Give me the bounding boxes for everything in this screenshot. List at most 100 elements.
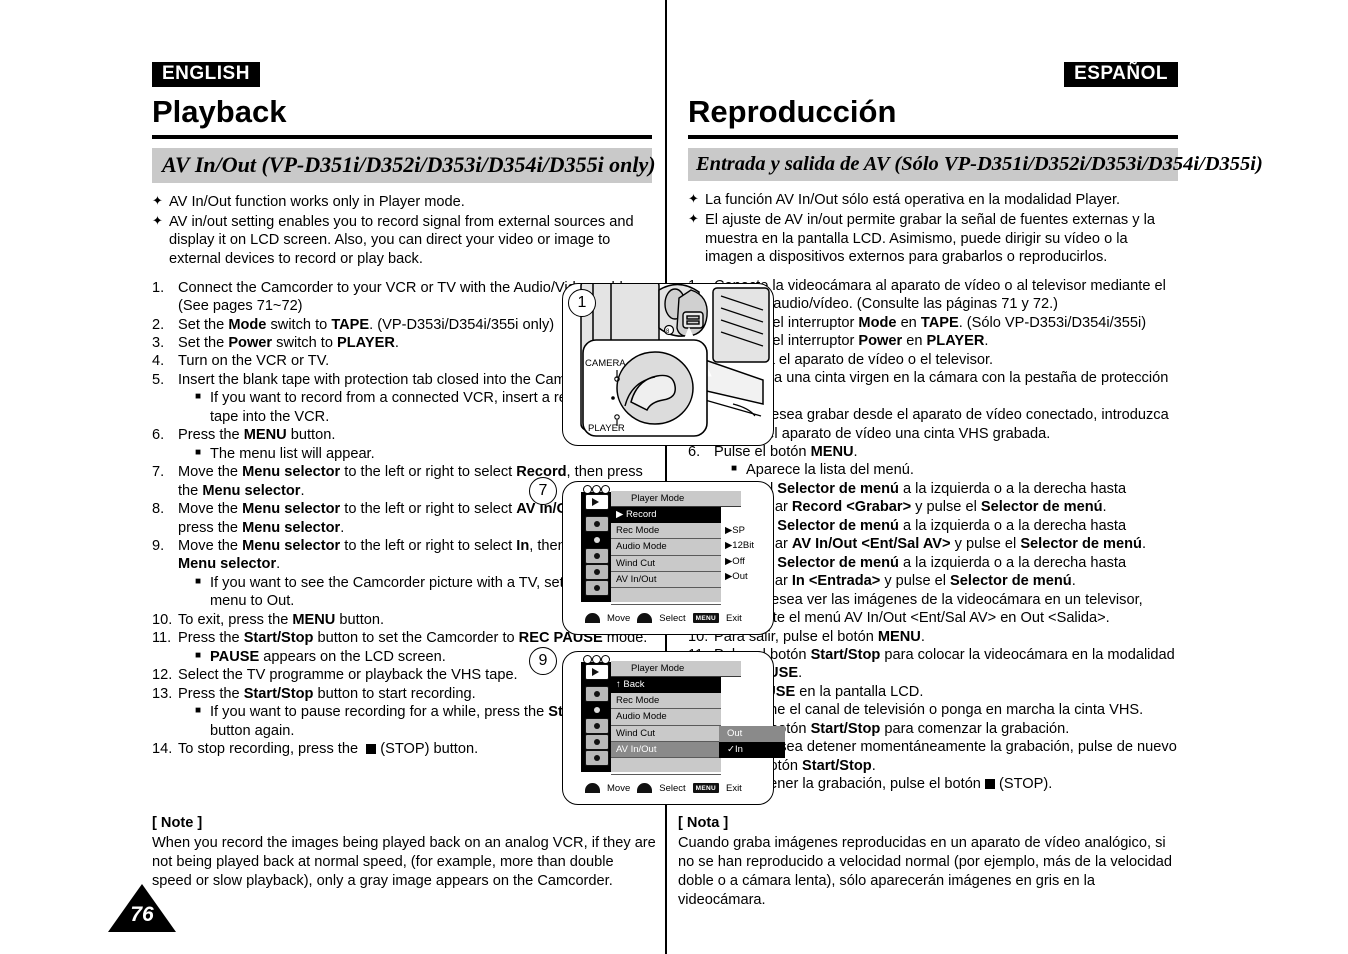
square-bullet-icon: ■ — [195, 446, 202, 458]
submenu-option[interactable]: ✓In — [719, 742, 785, 758]
submenu-option[interactable]: Out — [719, 726, 785, 742]
step-number: 8. — [152, 501, 165, 518]
step-number: 3. — [152, 335, 165, 352]
note-heading-spanish: [ Nota ] — [678, 815, 729, 831]
step-number: 5. — [152, 371, 165, 388]
tv-icon — [585, 564, 609, 580]
menu-row[interactable]: Audio Mode — [611, 539, 721, 556]
menu-value: ▶Off — [725, 555, 745, 567]
menu-value: ▶Out — [725, 570, 748, 582]
step-number: 2. — [152, 316, 165, 333]
tape-icon-2 — [585, 686, 609, 702]
intro-item: ✦ La función AV In/Out sólo está operativ… — [688, 191, 1178, 210]
menu-row-empty — [611, 588, 721, 605]
lcd-menu-avinout: ↑ Back Rec Mode Audio Mode Wind Cut AV In/Ou… — [581, 655, 785, 775]
section-band-spanish: Entrada y salida de AV (Sólo VP-D351i/D3… — [688, 148, 1263, 182]
lcd-icon-2 — [585, 718, 609, 734]
menu-rows-record[interactable]: ▶ Record Rec Mode Audio Mode Wind Cut AV In/… — [611, 492, 721, 605]
step-text: Coloque el interruptor Power en PLAYER. — [714, 333, 989, 350]
menu-row[interactable]: AV In/Out — [611, 741, 721, 759]
square-bullet-icon: ■ — [195, 391, 202, 403]
menu-row[interactable]: Rec Mode — [611, 693, 721, 710]
menu-row-empty — [611, 758, 721, 775]
step-subtext: The menu list will appear. — [210, 445, 375, 462]
move-label-9: Move — [607, 782, 631, 794]
menu-row[interactable]: ↑ Back — [611, 677, 721, 693]
intro-list-english: ✦ AV In/Out function works only in Player… — [152, 193, 652, 269]
square-bullet-icon: ■ — [195, 705, 202, 717]
menu-row[interactable]: Wind Cut — [611, 726, 721, 742]
intro-text: AV In/Out function works only in Player … — [169, 193, 465, 210]
submenu-avinout[interactable]: Out ✓In — [719, 726, 785, 758]
menu-row[interactable]: ▶ Record — [611, 507, 721, 523]
audio-icon-2 — [585, 702, 609, 718]
step-subitem: ■Si desea ver las imágenes de la videocá… — [731, 591, 1178, 628]
square-bullet-icon: ■ — [195, 575, 202, 587]
step-number: 14. — [152, 741, 173, 757]
step-text: Encienda el aparato de vídeo o el televi… — [714, 351, 994, 368]
menu-icon-column-2 — [581, 655, 611, 772]
menu-value: ▶12Bit — [725, 540, 754, 552]
figure-menu-record: ▶ Record Rec Mode Audio Mode Wind Cut AV In/… — [562, 481, 774, 635]
menu-row[interactable]: AV In/Out — [611, 572, 721, 589]
camcorder-reels-icon-2 — [583, 655, 610, 664]
note-body-spanish: Cuando graba imágenes reproducidas en un… — [678, 834, 1173, 908]
step-number: 11. — [152, 630, 172, 647]
step-number: 1. — [152, 279, 165, 296]
callout-1: 1 — [568, 289, 596, 317]
step-text: Pulse el botón Start/Stop para colocar l… — [714, 646, 1178, 701]
audio-icon — [585, 532, 609, 548]
menu-row[interactable]: Wind Cut — [611, 556, 721, 572]
intro-item: ✦ El ajuste de AV in/out permite grabar l… — [688, 211, 1178, 267]
callout-7: 7 — [529, 477, 557, 505]
note-english: [ Note ] When you record the images bein… — [152, 814, 657, 891]
figure-menu-avinout: ↑ Back Rec Mode Audio Mode Wind Cut AV In/Ou… — [562, 651, 785, 805]
select-dial-icon — [637, 613, 653, 623]
menu-row[interactable]: Rec Mode — [611, 523, 721, 540]
step-subitem: ■ The menu list will appear. — [195, 445, 652, 463]
language-tag-english: ENGLISH — [152, 62, 260, 87]
intro-item: ✦ AV in/out setting enables you to record… — [152, 213, 652, 269]
note-body-english: When you record the images being played … — [152, 834, 656, 889]
manual-page: ENGLISH Playback AV In/Out (VP-D351i/D35… — [0, 0, 1348, 954]
menu-row[interactable]: Audio Mode — [611, 709, 721, 726]
intro-text: El ajuste de AV in/out permite grabar la… — [705, 211, 1155, 266]
page-title-spanish: Reproducción — [688, 93, 897, 129]
step-text: Para detener la grabación, pulse el botó… — [714, 776, 1053, 793]
lcd-icon — [585, 548, 609, 564]
menu-navbar-avinout: Move Select MENU Exit — [585, 781, 765, 795]
step-subtext: Aparece la lista del menú. — [746, 462, 914, 479]
step-text: Coloque el interruptor Mode en TAPE. (Só… — [714, 314, 1147, 331]
label-camera: CAMERA — [585, 358, 626, 369]
menu-navbar-record: Move Select MENU Exit — [585, 611, 765, 625]
page-number-badge: 76 — [108, 884, 176, 932]
step-subitem: ■PAUSE en la pantalla LCD. — [731, 683, 1178, 701]
step-number: 7. — [152, 464, 165, 481]
column-divider — [665, 0, 667, 954]
move-label-7: Move — [607, 612, 631, 624]
menu-header-record: Player Mode — [611, 491, 741, 508]
exit-label-9: Exit — [725, 782, 742, 794]
step-number: 9. — [152, 538, 165, 555]
lcd-menu-record: ▶ Record Rec Mode Audio Mode Wind Cut AV In/… — [581, 485, 757, 605]
menu-icon-column — [581, 485, 611, 602]
select-dial-icon-2 — [637, 783, 653, 793]
menu-value: ▶SP — [725, 524, 745, 536]
intro-text: AV in/out setting enables you to record … — [169, 213, 634, 267]
step-text: Pulse el botón MENU. ■ Aparece la lista de… — [714, 443, 1178, 480]
gear-icon-2 — [585, 750, 609, 766]
step-number: 4. — [152, 353, 165, 370]
step-number: 13. — [152, 685, 173, 702]
camcorder-reels-icon — [583, 485, 610, 494]
gear-icon — [585, 580, 609, 596]
clover-bullet-icon: ✦ — [152, 212, 163, 228]
player-mode-icon — [585, 494, 609, 510]
step-number: 10. — [152, 611, 173, 628]
step-subtext: PAUSE en la pantalla LCD. — [746, 683, 924, 700]
move-dial-icon-2 — [585, 783, 600, 793]
menu-rows-avinout[interactable]: ↑ Back Rec Mode Audio Mode Wind Cut AV In/Ou… — [611, 662, 721, 775]
menu-key-icon-7: MENU — [692, 613, 719, 623]
title-rule-spanish — [688, 135, 1178, 140]
step-number: 6. — [152, 427, 165, 444]
note-heading-english: [ Note ] — [152, 815, 203, 831]
